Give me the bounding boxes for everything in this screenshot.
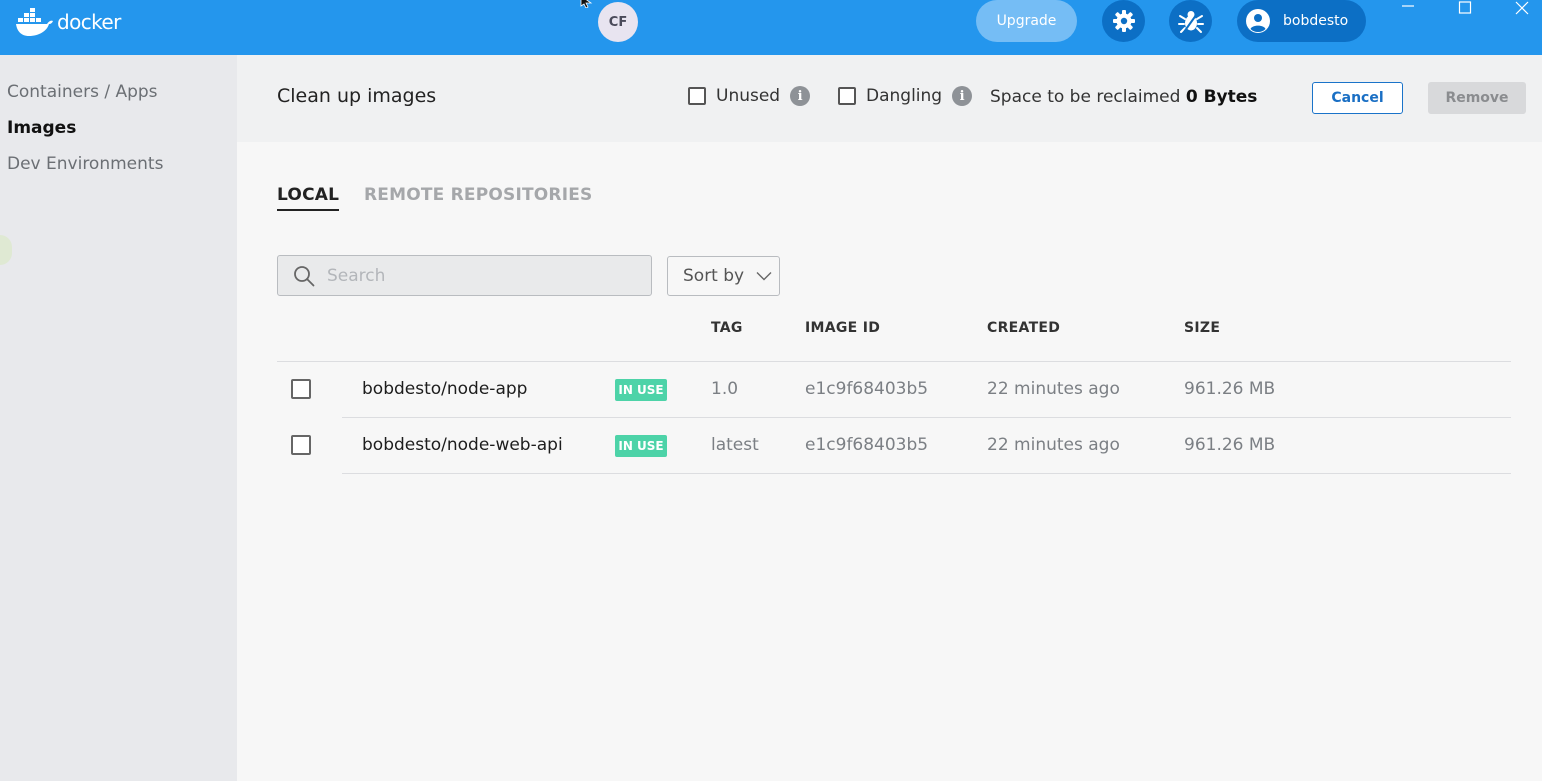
- user-avatar-icon: [1246, 9, 1270, 33]
- image-name[interactable]: bobdesto/node-web-api: [362, 435, 563, 455]
- upgrade-button[interactable]: Upgrade: [976, 0, 1077, 42]
- docker-logo: docker: [16, 6, 121, 38]
- maximize-icon: [1458, 1, 1472, 14]
- settings-button[interactable]: [1102, 0, 1145, 42]
- image-tag: 1.0: [711, 379, 739, 399]
- search-icon: [294, 265, 315, 286]
- close-window-button[interactable]: [1511, 0, 1533, 16]
- image-id: e1c9f68403b5: [805, 435, 929, 455]
- sidebar: Containers / Apps Images Dev Environment…: [0, 55, 237, 781]
- image-id: e1c9f68403b5: [805, 379, 929, 399]
- image-size: 961.26 MB: [1184, 435, 1276, 455]
- minimize-icon: [1402, 5, 1414, 7]
- column-header-size[interactable]: SIZE: [1184, 320, 1220, 336]
- maximize-button[interactable]: [1454, 0, 1476, 16]
- close-icon: [1515, 1, 1529, 15]
- column-header-image-id[interactable]: IMAGE ID: [805, 320, 880, 336]
- row-checkbox[interactable]: [291, 379, 311, 399]
- docker-wordmark: docker: [57, 10, 121, 34]
- in-use-badge: IN USE: [615, 435, 667, 457]
- mouse-cursor-icon: [580, 0, 593, 8]
- cleanup-toolbar: Clean up images Unused i Dangling i Spac…: [237, 55, 1542, 142]
- image-size: 961.26 MB: [1184, 379, 1276, 399]
- image-created: 22 minutes ago: [987, 435, 1120, 455]
- remove-button[interactable]: Remove: [1428, 82, 1526, 114]
- search-input[interactable]: [325, 264, 629, 287]
- image-tag: latest: [711, 435, 759, 455]
- cancel-button[interactable]: Cancel: [1312, 82, 1403, 114]
- title-bar: docker CF Upgrade bobdesto: [0, 0, 1542, 55]
- search-box[interactable]: [277, 255, 652, 296]
- row-checkbox[interactable]: [291, 435, 311, 455]
- column-header-created[interactable]: CREATED: [987, 320, 1060, 336]
- unused-checkbox[interactable]: [688, 87, 706, 105]
- user-name: bobdesto: [1283, 13, 1349, 29]
- tab-remote-repositories[interactable]: REMOTE REPOSITORIES: [364, 185, 593, 205]
- cleanup-title: Clean up images: [277, 85, 437, 107]
- sidebar-item-images[interactable]: Images: [7, 118, 76, 138]
- sort-label: Sort by: [683, 266, 745, 286]
- unused-info-icon[interactable]: i: [790, 86, 811, 106]
- sidebar-collapse-handle[interactable]: [0, 235, 12, 265]
- presence-avatar[interactable]: CF: [598, 2, 638, 42]
- bug-icon: [1177, 10, 1204, 33]
- unused-filter[interactable]: Unused i: [688, 86, 811, 106]
- user-account-button[interactable]: bobdesto: [1237, 0, 1366, 42]
- reclaim-label: Space to be reclaimed: [990, 87, 1181, 107]
- dangling-label: Dangling: [866, 86, 943, 106]
- tab-local[interactable]: LOCAL: [277, 185, 340, 211]
- row-divider: [342, 417, 1511, 418]
- troubleshoot-button[interactable]: [1169, 0, 1212, 42]
- sidebar-item-dev-environments[interactable]: Dev Environments: [7, 154, 163, 174]
- dangling-filter[interactable]: Dangling i: [838, 86, 973, 106]
- sort-dropdown[interactable]: Sort by: [667, 256, 780, 296]
- header-divider: [277, 361, 1511, 362]
- in-use-badge: IN USE: [615, 379, 667, 401]
- space-to-reclaim: Space to be reclaimed 0 Bytes: [990, 87, 1257, 107]
- dangling-checkbox[interactable]: [838, 87, 856, 105]
- image-name[interactable]: bobdesto/node-app: [362, 379, 527, 399]
- row-divider: [342, 473, 1511, 474]
- chevron-down-icon: [756, 272, 772, 281]
- docker-whale-icon: [16, 8, 53, 36]
- sidebar-item-containers-apps[interactable]: Containers / Apps: [7, 82, 158, 102]
- unused-label: Unused: [716, 86, 781, 106]
- dangling-info-icon[interactable]: i: [952, 86, 973, 106]
- reclaim-value: 0 Bytes: [1185, 87, 1258, 107]
- minimize-button[interactable]: [1397, 0, 1419, 16]
- column-header-tag[interactable]: TAG: [711, 320, 743, 336]
- image-created: 22 minutes ago: [987, 379, 1120, 399]
- gear-icon: [1112, 10, 1135, 32]
